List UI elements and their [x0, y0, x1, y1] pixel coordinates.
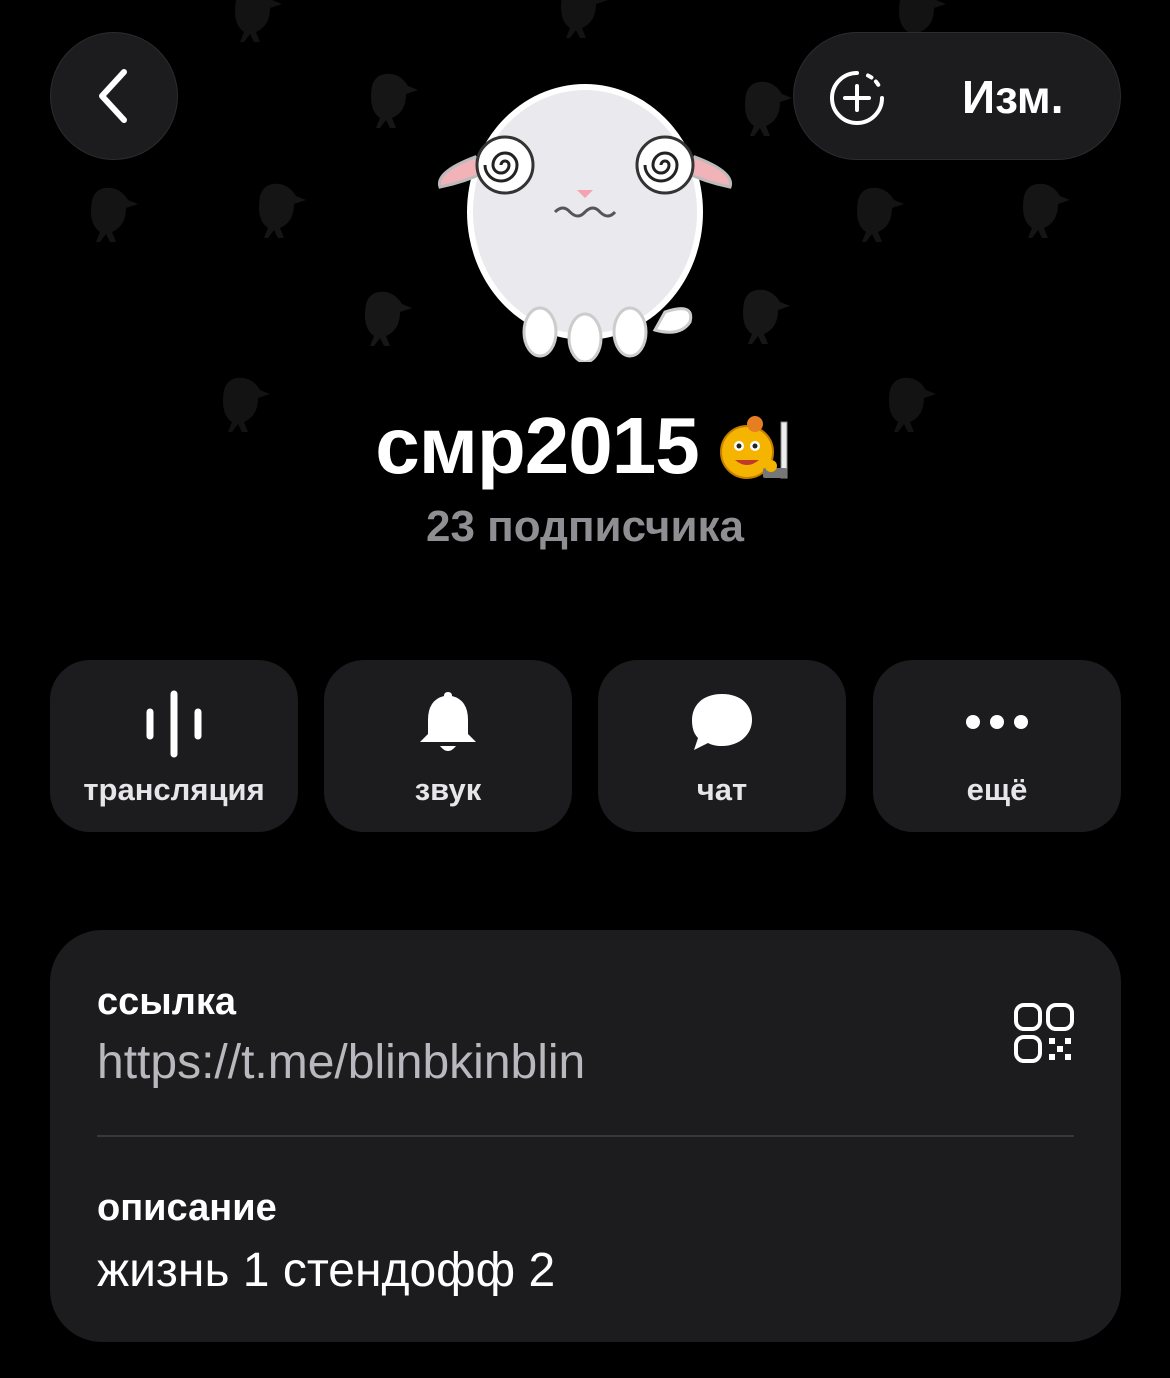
edit-button[interactable]: Изм. — [962, 69, 1064, 125]
crow-pattern-icon — [857, 187, 904, 242]
profile-info-card: ссылка https://t.me/blinbkinblin описани… — [50, 930, 1121, 1342]
crow-pattern-icon — [561, 0, 608, 38]
bell-icon — [420, 692, 476, 751]
description-label: описание — [97, 1187, 277, 1229]
more-button[interactable]: ещё — [873, 660, 1121, 832]
chat-button[interactable]: чат — [598, 660, 846, 832]
live-stream-icon — [146, 690, 202, 758]
back-button[interactable] — [50, 32, 178, 160]
link-value[interactable]: https://t.me/blinbkinblin — [97, 1034, 585, 1092]
avatar — [437, 84, 733, 362]
subscriber-count: 23 подписчика — [425, 502, 744, 551]
action-buttons-row: трансляция звук чат ещё — [50, 660, 1121, 832]
crow-pattern-icon — [371, 73, 418, 128]
crow-pattern-icon — [235, 0, 282, 42]
profile-name-row: смр2015 — [0, 398, 1170, 494]
chat-bubble-icon — [692, 694, 752, 750]
live-stream-label: трансляция — [83, 772, 265, 807]
chevron-left-icon — [99, 69, 127, 123]
qr-code-icon[interactable] — [1013, 1002, 1075, 1064]
edit-profile-pill[interactable]: Изм. — [793, 32, 1121, 160]
crow-pattern-icon — [91, 187, 138, 242]
sound-label: звук — [414, 772, 482, 807]
description-value: жизнь 1 стендофф 2 — [97, 1244, 556, 1297]
link-label: ссылка — [97, 981, 237, 1023]
live-stream-button[interactable]: трансляция — [50, 660, 298, 832]
add-story-icon[interactable] — [828, 69, 886, 127]
profile-name: смр2015 — [375, 401, 700, 490]
sound-button[interactable]: звук — [324, 660, 572, 832]
more-label: ещё — [966, 772, 1028, 807]
emoji-status-icon[interactable] — [715, 408, 795, 488]
chat-label: чат — [696, 772, 748, 807]
crow-pattern-icon — [1023, 183, 1070, 238]
separator — [97, 1135, 1074, 1137]
crow-pattern-icon — [365, 291, 412, 346]
more-dots-icon — [966, 715, 1028, 729]
crow-pattern-icon — [259, 183, 306, 238]
